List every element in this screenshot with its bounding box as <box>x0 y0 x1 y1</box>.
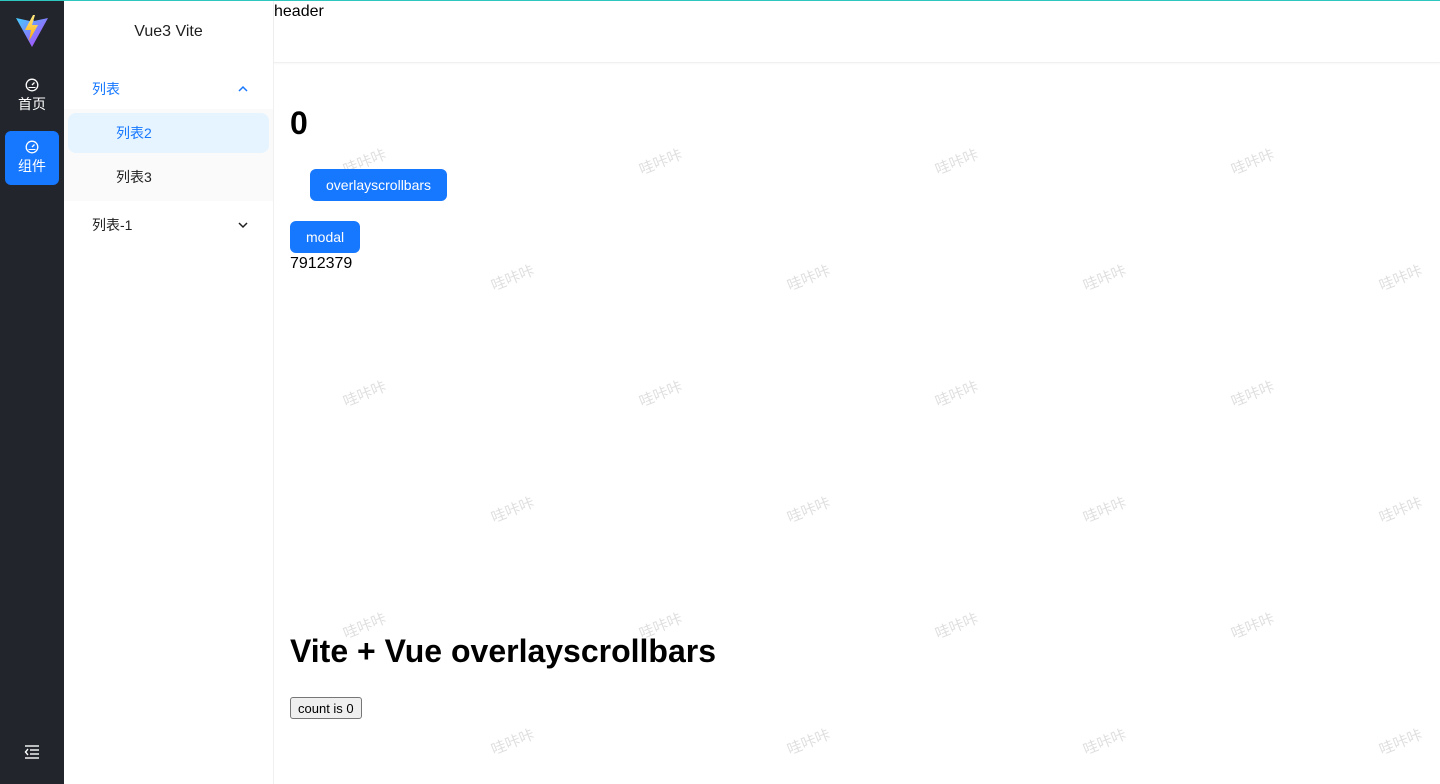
dashboard-icon <box>25 78 39 92</box>
main-area: header 哇咔咔 哇咔咔 哇咔咔 哇咔咔 哇咔咔 哇咔咔 哇咔咔 哇咔咔 哇咔咔 哇咔咔 哇咔咔… <box>274 1 1440 784</box>
submenu-items: 列表2 列表3 <box>64 109 273 201</box>
submenu-item-label: 列表2 <box>116 125 152 141</box>
watermark-text: 哇咔咔 <box>636 378 685 411</box>
menu-group-label: 列表-1 <box>92 217 133 233</box>
dashboard-icon <box>25 140 39 154</box>
watermark-text: 哇咔咔 <box>488 726 537 759</box>
rail-item-components[interactable]: 组件 <box>5 131 59 185</box>
brand-title: Vue3 Vite <box>134 23 203 40</box>
watermark-text: 哇咔咔 <box>1080 494 1129 527</box>
watermark-text: 哇咔咔 <box>1376 494 1425 527</box>
watermark-text: 哇咔咔 <box>1376 726 1425 759</box>
app-root: 首页 组件 Vue3 Vite 列表 列表2 列表3 列表-1 header 哇… <box>0 0 1440 784</box>
rail-item-home[interactable]: 首页 <box>5 69 59 123</box>
page-title: Vite + Vue overlayscrollbars <box>290 633 717 669</box>
watermark-text: 哇咔咔 <box>1228 610 1277 643</box>
rail-item-label: 首页 <box>18 96 46 112</box>
menu-group-label: 列表 <box>92 81 120 97</box>
count-button[interactable]: count is 0 <box>290 697 362 719</box>
content: 0 overlayscrollbars modal 7912379 <box>274 105 1440 273</box>
watermark-text: 哇咔咔 <box>1080 726 1129 759</box>
watermark-text: 哇咔咔 <box>784 726 833 759</box>
watermark-text: 哇咔咔 <box>488 494 537 527</box>
counter-value: 0 <box>290 105 308 141</box>
submenu-item-list3[interactable]: 列表3 <box>68 157 269 197</box>
icon-rail: 首页 组件 <box>0 1 64 784</box>
modal-button-wrap: modal <box>290 221 1424 253</box>
rail-item-label: 组件 <box>18 158 46 174</box>
chevron-up-icon <box>238 85 248 92</box>
watermark-text: 哇咔咔 <box>932 610 981 643</box>
menu-group-list[interactable]: 列表 <box>68 69 269 109</box>
chevron-down-icon <box>238 222 248 229</box>
watermark-text: 哇咔咔 <box>784 494 833 527</box>
submenu-item-list2[interactable]: 列表2 <box>68 113 269 153</box>
watermark-text: 哇咔咔 <box>1228 378 1277 411</box>
watermark-text: 哇咔咔 <box>340 378 389 411</box>
number-text: 7912379 <box>290 255 353 272</box>
vite-logo-icon[interactable] <box>14 13 50 49</box>
page-header: header <box>274 1 1440 63</box>
watermark-text: 哇咔咔 <box>932 378 981 411</box>
submenu-item-label: 列表3 <box>116 169 152 185</box>
submenu-panel: Vue3 Vite 列表 列表2 列表3 列表-1 <box>64 1 274 784</box>
menu-fold-icon[interactable] <box>24 744 40 760</box>
overlayscrollbars-button[interactable]: overlayscrollbars <box>310 169 448 201</box>
modal-button[interactable]: modal <box>290 221 361 253</box>
menu-group-list-1[interactable]: 列表-1 <box>68 205 269 245</box>
